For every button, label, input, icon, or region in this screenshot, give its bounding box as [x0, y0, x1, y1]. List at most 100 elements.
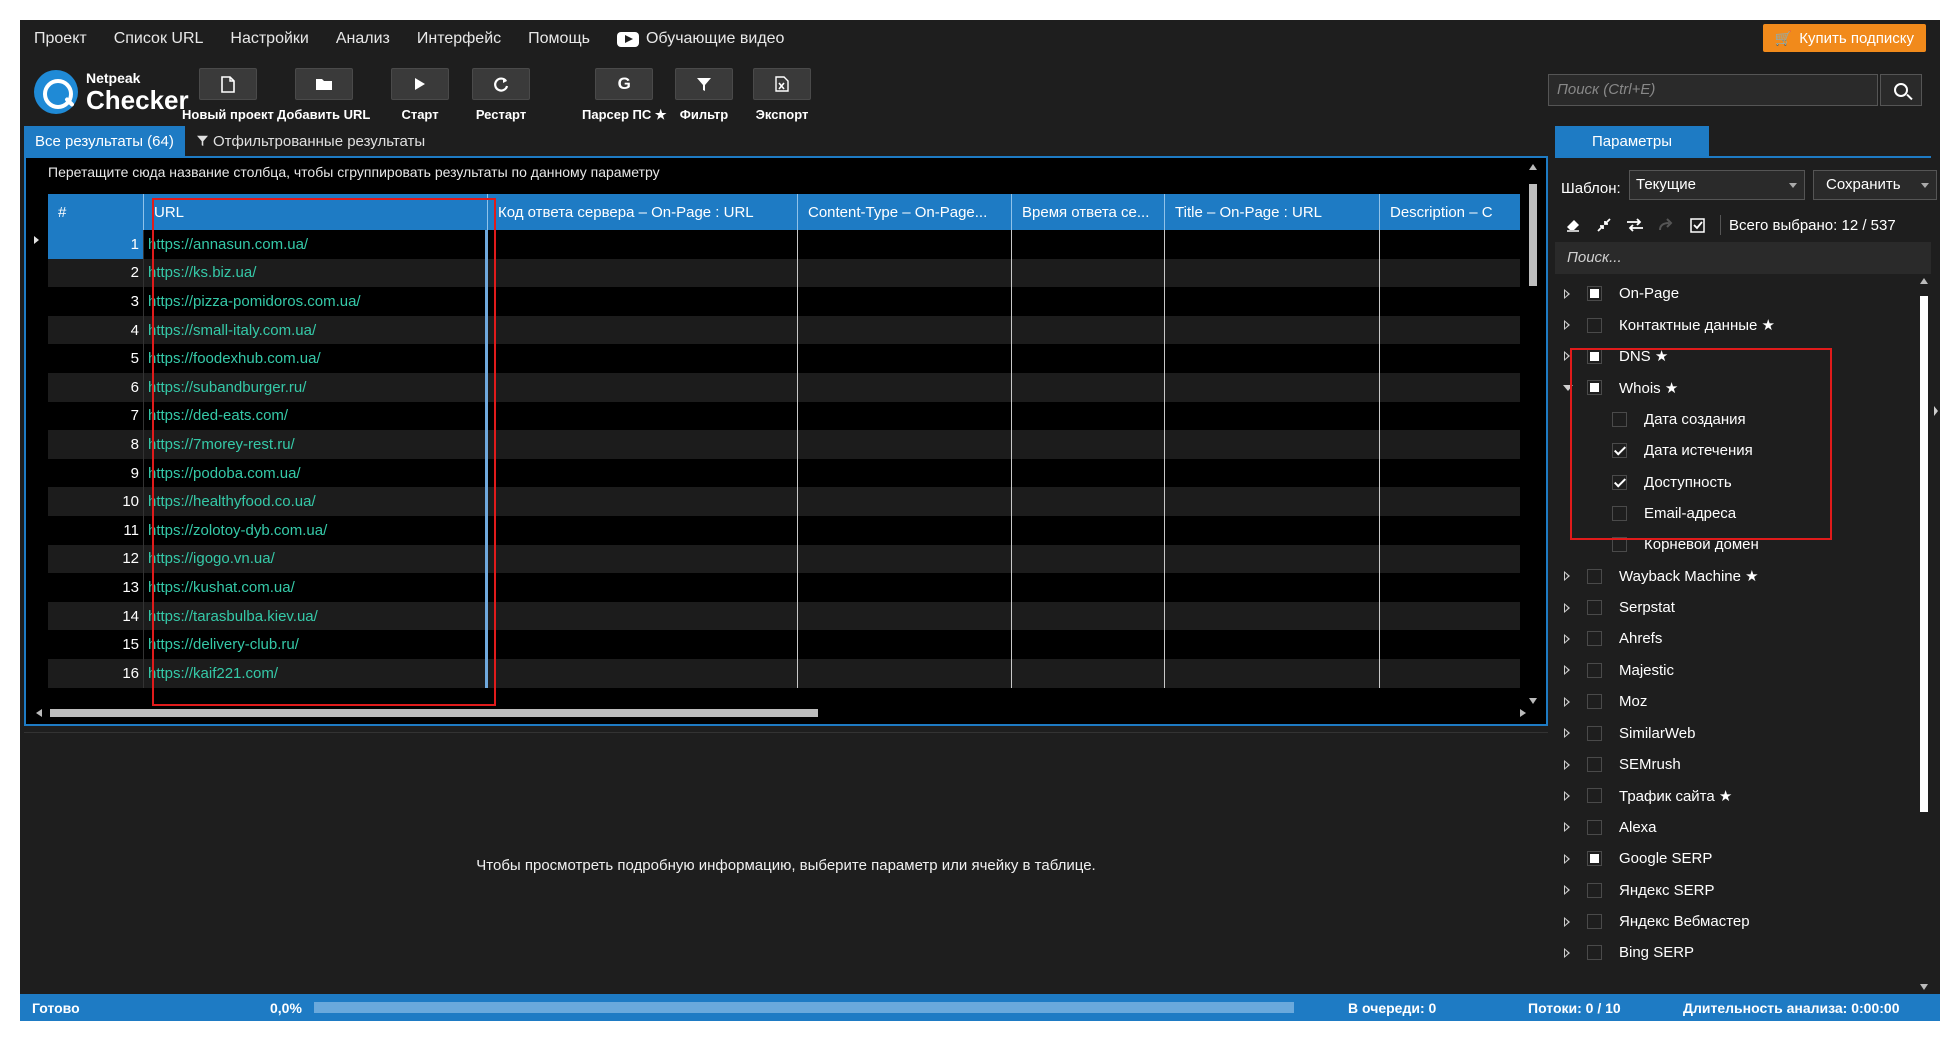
tree-item[interactable]: Доступность [1555, 466, 1921, 497]
data-cell[interactable] [488, 430, 798, 459]
data-cell[interactable] [798, 601, 1012, 631]
tree-item[interactable]: Дата создания [1555, 404, 1921, 435]
checkbox[interactable] [1587, 568, 1602, 584]
collapsed-arrow-icon[interactable] [1564, 853, 1570, 864]
data-cell[interactable] [1380, 602, 1520, 631]
scroll-down-arrow-icon[interactable] [1529, 698, 1537, 704]
collapsed-arrow-icon[interactable] [1564, 351, 1570, 362]
data-cell[interactable] [1380, 344, 1520, 373]
data-cell[interactable] [1012, 287, 1165, 316]
serp-parser-button[interactable]: G Парсер ПС ★ [582, 68, 667, 123]
menu-project[interactable]: Проект [34, 30, 87, 48]
data-cell[interactable] [1165, 487, 1380, 516]
url-cell[interactable]: https://foodexhub.com.ua/ [144, 344, 488, 373]
data-cell[interactable] [488, 401, 798, 431]
swap-icon[interactable] [1623, 215, 1647, 235]
row-number-cell[interactable]: 4 [48, 315, 144, 345]
data-cell[interactable] [488, 344, 798, 373]
tab-all-results[interactable]: Все результаты (64) [24, 126, 185, 156]
tree-group[interactable]: Яндекс Вебмастер [1555, 906, 1921, 937]
data-cell[interactable] [1012, 658, 1165, 688]
row-number-cell[interactable]: 16 [48, 658, 144, 688]
url-cell[interactable]: https://zolotoy-dyb.com.ua/ [144, 515, 488, 545]
data-cell[interactable] [1380, 259, 1520, 288]
data-cell[interactable] [1380, 630, 1520, 659]
table-row[interactable]: 2 https://ks.biz.ua/ [48, 258, 1520, 288]
url-cell[interactable]: https://kushat.com.ua/ [144, 573, 488, 602]
data-cell[interactable] [1012, 230, 1165, 259]
data-cell[interactable] [1165, 573, 1380, 602]
row-number-cell[interactable]: 14 [48, 601, 144, 631]
tree-group[interactable]: Alexa [1555, 812, 1921, 843]
scrollbar-thumb[interactable] [1529, 184, 1537, 286]
url-cell[interactable]: https://7morey-rest.ru/ [144, 430, 488, 459]
data-cell[interactable] [1012, 401, 1165, 431]
data-cell[interactable] [1165, 544, 1380, 574]
data-cell[interactable] [1380, 430, 1520, 459]
collapsed-arrow-icon[interactable] [1564, 728, 1570, 739]
data-cell[interactable] [1165, 287, 1380, 316]
menu-analysis[interactable]: Анализ [336, 30, 390, 48]
menu-url-list[interactable]: Список URL [114, 30, 204, 48]
data-cell[interactable] [798, 401, 1012, 431]
checkbox[interactable] [1587, 882, 1602, 898]
row-number-cell[interactable]: 7 [48, 401, 144, 431]
table-row[interactable]: 1 https://annasun.com.ua/ [48, 230, 1520, 259]
table-row[interactable]: 9 https://podoba.com.ua/ [48, 458, 1520, 488]
checkbox[interactable] [1587, 631, 1602, 647]
data-cell[interactable] [488, 601, 798, 631]
restart-button[interactable]: Рестарт [472, 68, 530, 122]
data-cell[interactable] [488, 230, 798, 259]
row-number-cell[interactable]: 1 [48, 230, 144, 259]
table-row[interactable]: 16 https://kaif221.com/ [48, 658, 1520, 688]
scroll-up-arrow-icon[interactable] [1529, 164, 1537, 170]
url-cell[interactable]: https://healthyfood.co.ua/ [144, 487, 488, 516]
table-row[interactable]: 10 https://healthyfood.co.ua/ [48, 487, 1520, 516]
row-number-cell[interactable]: 12 [48, 544, 144, 574]
menu-settings[interactable]: Настройки [230, 30, 308, 48]
table-row[interactable]: 5 https://foodexhub.com.ua/ [48, 344, 1520, 373]
data-cell[interactable] [1165, 315, 1380, 345]
data-cell[interactable] [1012, 430, 1165, 459]
data-cell[interactable] [1165, 230, 1380, 259]
data-cell[interactable] [488, 458, 798, 488]
data-cell[interactable] [798, 487, 1012, 516]
table-row[interactable]: 7 https://ded-eats.com/ [48, 401, 1520, 431]
url-cell[interactable]: https://subandburger.ru/ [144, 372, 488, 402]
new-project-button[interactable]: Новый проект [182, 68, 274, 122]
table-row[interactable]: 8 https://7morey-rest.ru/ [48, 430, 1520, 459]
tree-item[interactable]: Дата истечения [1555, 435, 1921, 466]
collapsed-arrow-icon[interactable] [1564, 822, 1570, 833]
data-cell[interactable] [1012, 630, 1165, 659]
tab-filtered-results[interactable]: Отфильтрованные результаты [186, 126, 436, 156]
checkbox[interactable] [1587, 945, 1602, 961]
tree-group[interactable]: Wayback Machine ★ [1555, 561, 1921, 592]
data-cell[interactable] [1165, 658, 1380, 688]
data-cell[interactable] [1012, 573, 1165, 602]
data-cell[interactable] [488, 630, 798, 659]
checkbox[interactable] [1587, 757, 1602, 773]
url-cell[interactable]: https://kaif221.com/ [144, 658, 488, 688]
table-row[interactable]: 6 https://subandburger.ru/ [48, 372, 1520, 402]
column-header-number[interactable]: # [48, 194, 144, 230]
tree-group[interactable]: Трафик сайта ★ [1555, 780, 1921, 811]
data-cell[interactable] [1012, 372, 1165, 402]
checkbox[interactable] [1612, 505, 1627, 521]
table-row[interactable]: 13 https://kushat.com.ua/ [48, 573, 1520, 602]
grid-horizontal-scrollbar[interactable] [36, 708, 1526, 718]
tree-group[interactable]: Majestic [1555, 655, 1921, 686]
scrollbar-thumb[interactable] [1920, 296, 1928, 812]
collapsed-arrow-icon[interactable] [1564, 790, 1570, 801]
scrollbar-thumb[interactable] [50, 709, 818, 717]
data-cell[interactable] [798, 430, 1012, 459]
data-cell[interactable] [1165, 630, 1380, 659]
add-url-button[interactable]: Добавить URL [277, 68, 370, 122]
tree-group[interactable]: Контактные данные ★ [1555, 309, 1921, 340]
search-button[interactable] [1880, 74, 1922, 106]
tree-group[interactable]: Whois ★ [1555, 372, 1921, 403]
data-cell[interactable] [1380, 230, 1520, 259]
data-cell[interactable] [798, 573, 1012, 602]
checkbox[interactable] [1587, 694, 1602, 710]
data-cell[interactable] [488, 487, 798, 516]
collapsed-arrow-icon[interactable] [1564, 571, 1570, 582]
